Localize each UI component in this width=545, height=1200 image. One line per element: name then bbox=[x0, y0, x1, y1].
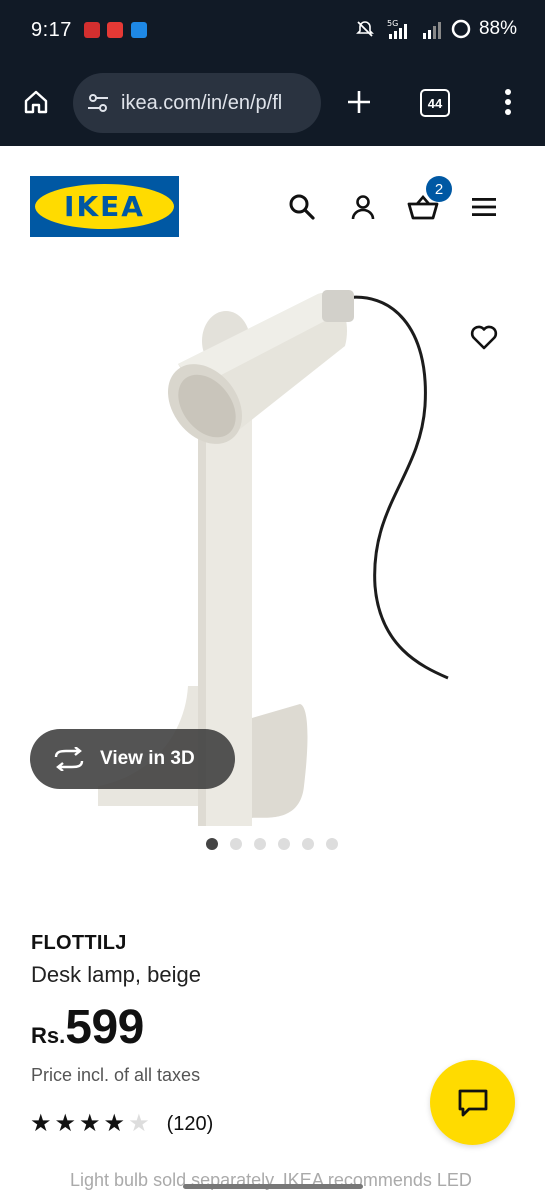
status-indicators: 5G 88% bbox=[355, 18, 517, 40]
review-count: (120) bbox=[166, 1112, 214, 1135]
product-name: FLOTTILJ bbox=[31, 932, 127, 954]
tune-icon bbox=[88, 94, 108, 112]
tax-note: Price incl. of all taxes bbox=[31, 1065, 201, 1085]
site-info-button[interactable] bbox=[85, 90, 111, 116]
logo-text: IKEA bbox=[64, 190, 145, 223]
url-text: ikea.com/in/en/p/fl bbox=[121, 91, 283, 114]
browser-toolbar: ikea.com/in/en/p/fl 44 bbox=[0, 60, 545, 146]
notification-app-icon bbox=[84, 22, 100, 38]
price-currency: Rs. bbox=[31, 1023, 66, 1048]
status-bar: 9:17 5G 88% bbox=[0, 0, 545, 60]
favorite-button[interactable] bbox=[468, 321, 500, 353]
site-header: IKEA 2 bbox=[0, 146, 545, 266]
heart-icon bbox=[470, 325, 498, 350]
main-menu-button[interactable] bbox=[468, 191, 500, 223]
rotate-3d-icon bbox=[54, 747, 84, 771]
home-button[interactable] bbox=[20, 86, 52, 118]
star-full-icon: ★ bbox=[103, 1110, 126, 1137]
gallery-dot[interactable] bbox=[326, 838, 338, 850]
gallery-dot[interactable] bbox=[302, 838, 314, 850]
view-in-3d-button[interactable]: View in 3D bbox=[30, 729, 235, 789]
product-price: Rs. 599 bbox=[31, 1000, 144, 1055]
battery-icon bbox=[451, 19, 471, 39]
price-value: 599 bbox=[65, 1001, 144, 1054]
tab-switcher-button[interactable]: 44 bbox=[420, 89, 450, 117]
more-vert-icon bbox=[505, 89, 511, 115]
status-time: 9:17 bbox=[31, 19, 72, 41]
product-image-gallery[interactable]: View in 3D bbox=[0, 266, 545, 836]
gallery-pagination bbox=[206, 838, 338, 850]
signal-5g-icon: 5G bbox=[387, 19, 407, 39]
star-empty-icon: ★ bbox=[128, 1110, 150, 1137]
search-button[interactable] bbox=[286, 191, 318, 223]
plus-icon bbox=[348, 91, 370, 113]
signal-icon bbox=[422, 22, 441, 39]
product-rating[interactable]: ★ ★ ★ ★ ★ (120) bbox=[30, 1112, 213, 1136]
chat-icon bbox=[458, 1089, 487, 1116]
network-label: 5G bbox=[387, 19, 398, 28]
address-bar[interactable]: ikea.com/in/en/p/fl bbox=[73, 73, 321, 133]
browser-menu-button[interactable] bbox=[496, 84, 520, 120]
hamburger-menu-icon bbox=[472, 198, 496, 216]
gallery-dot[interactable] bbox=[278, 838, 290, 850]
gallery-dot[interactable] bbox=[230, 838, 242, 850]
gesture-bar[interactable] bbox=[183, 1184, 363, 1189]
logo-oval: IKEA bbox=[35, 184, 174, 229]
cart-count-badge: 2 bbox=[426, 176, 452, 202]
notification-app-icon bbox=[107, 22, 123, 38]
star-full-icon: ★ bbox=[54, 1110, 77, 1137]
view-in-3d-label: View in 3D bbox=[100, 748, 195, 769]
mute-icon bbox=[356, 21, 374, 37]
user-icon bbox=[351, 195, 375, 220]
new-tab-button[interactable] bbox=[343, 86, 375, 118]
chat-button[interactable] bbox=[430, 1060, 515, 1145]
gallery-dot[interactable] bbox=[206, 838, 218, 850]
ikea-logo[interactable]: IKEA bbox=[30, 176, 179, 237]
star-full-icon: ★ bbox=[30, 1110, 52, 1137]
battery-percent: 88% bbox=[478, 18, 517, 39]
gallery-dot[interactable] bbox=[254, 838, 266, 850]
star-full-icon: ★ bbox=[79, 1110, 101, 1137]
notification-app-icon bbox=[131, 22, 147, 38]
home-icon bbox=[24, 90, 48, 114]
search-icon bbox=[289, 194, 315, 220]
account-button[interactable] bbox=[347, 191, 379, 223]
product-description: Desk lamp, beige bbox=[31, 962, 201, 987]
